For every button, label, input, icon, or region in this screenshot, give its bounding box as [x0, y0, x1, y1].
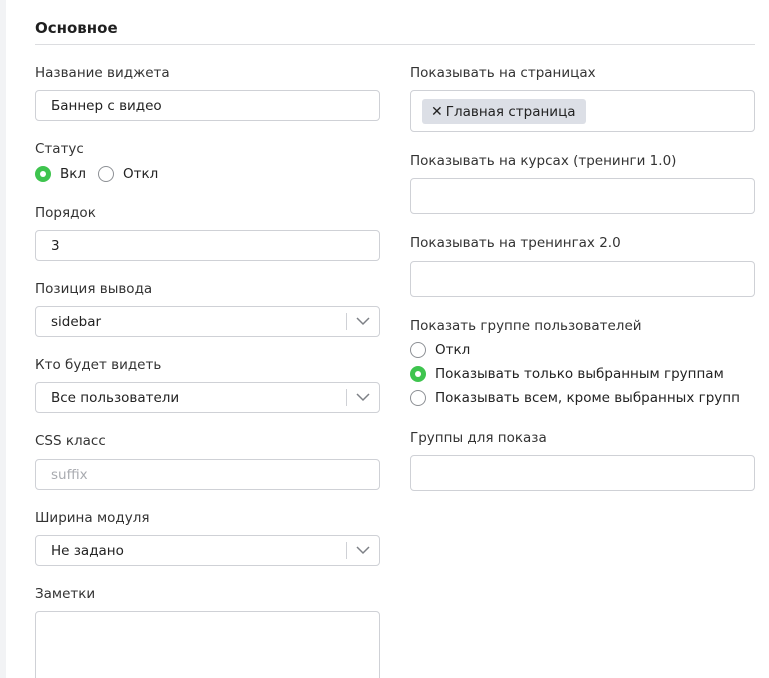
status-label: Статус: [35, 141, 84, 157]
show-on-trainings-input[interactable]: [410, 261, 755, 297]
position-value: sidebar: [51, 313, 102, 330]
display-groups-label: Группы для показа: [410, 430, 547, 446]
module-width-label: Ширина модуля: [35, 510, 150, 526]
section-divider: [35, 44, 755, 45]
show-on-trainings-label: Показывать на тренингах 2.0: [410, 235, 621, 251]
display-groups-input[interactable]: [410, 455, 755, 491]
user-groups-only-selected-radio[interactable]: Показывать только выбранным группам: [410, 366, 724, 382]
radio-unchecked-icon: [98, 166, 114, 182]
notes-textarea[interactable]: [35, 611, 380, 678]
order-value: 3: [51, 237, 60, 254]
css-class-label: CSS класс: [35, 433, 106, 449]
notes-label: Заметки: [35, 586, 96, 602]
user-groups-off-radio[interactable]: Откл: [410, 342, 470, 358]
radio-checked-icon: [410, 366, 426, 382]
status-on-radio[interactable]: Вкл: [35, 166, 86, 182]
radio-unchecked-icon: [410, 390, 426, 406]
widget-name-label: Название виджета: [35, 65, 170, 81]
module-width-select[interactable]: Не задано: [35, 535, 380, 566]
css-class-input[interactable]: suffix: [35, 459, 380, 490]
section-title: Основное: [35, 19, 118, 37]
show-on-courses-label: Показывать на курсах (тренинги 1.0): [410, 153, 677, 169]
widget-name-input[interactable]: Баннер с видео: [35, 90, 380, 121]
order-label: Порядок: [35, 205, 96, 221]
user-groups-all-except-radio[interactable]: Показывать всем, кроме выбранных групп: [410, 390, 740, 406]
module-width-value: Не задано: [51, 542, 124, 559]
page-tag[interactable]: ✕ Главная страница: [422, 99, 586, 124]
chevron-down-icon: [356, 393, 370, 402]
audience-label: Кто будет видеть: [35, 357, 162, 373]
user-groups-label: Показать группе пользователей: [410, 318, 642, 334]
widget-settings-page: Основное Название виджета Баннер с видео…: [0, 0, 769, 678]
select-divider: [346, 313, 347, 330]
page-tag-label: Главная страница: [445, 103, 576, 120]
audience-value: Все пользователи: [51, 389, 180, 406]
radio-checked-icon: [35, 166, 51, 182]
audience-select[interactable]: Все пользователи: [35, 382, 380, 413]
user-groups-off-label: Откл: [435, 342, 471, 358]
close-icon[interactable]: ✕: [431, 104, 443, 120]
show-on-courses-input[interactable]: [410, 178, 755, 214]
select-divider: [346, 389, 347, 406]
css-class-placeholder: suffix: [51, 466, 88, 483]
widget-name-value: Баннер с видео: [51, 97, 162, 114]
order-input[interactable]: 3: [35, 230, 380, 261]
status-off-label: Откл: [123, 166, 159, 182]
show-on-pages-label: Показывать на страницах: [410, 65, 596, 81]
user-groups-all-except-label: Показывать всем, кроме выбранных групп: [435, 390, 740, 406]
show-on-pages-multiselect[interactable]: ✕ Главная страница: [410, 90, 755, 132]
status-on-label: Вкл: [60, 166, 87, 182]
chevron-down-icon: [356, 317, 370, 326]
radio-unchecked-icon: [410, 342, 426, 358]
chevron-down-icon: [356, 546, 370, 555]
user-groups-only-selected-label: Показывать только выбранным группам: [435, 366, 724, 382]
select-divider: [346, 542, 347, 559]
left-edge-strip: [0, 0, 6, 678]
status-off-radio[interactable]: Откл: [98, 166, 158, 182]
position-select[interactable]: sidebar: [35, 306, 380, 337]
position-label: Позиция вывода: [35, 281, 153, 297]
